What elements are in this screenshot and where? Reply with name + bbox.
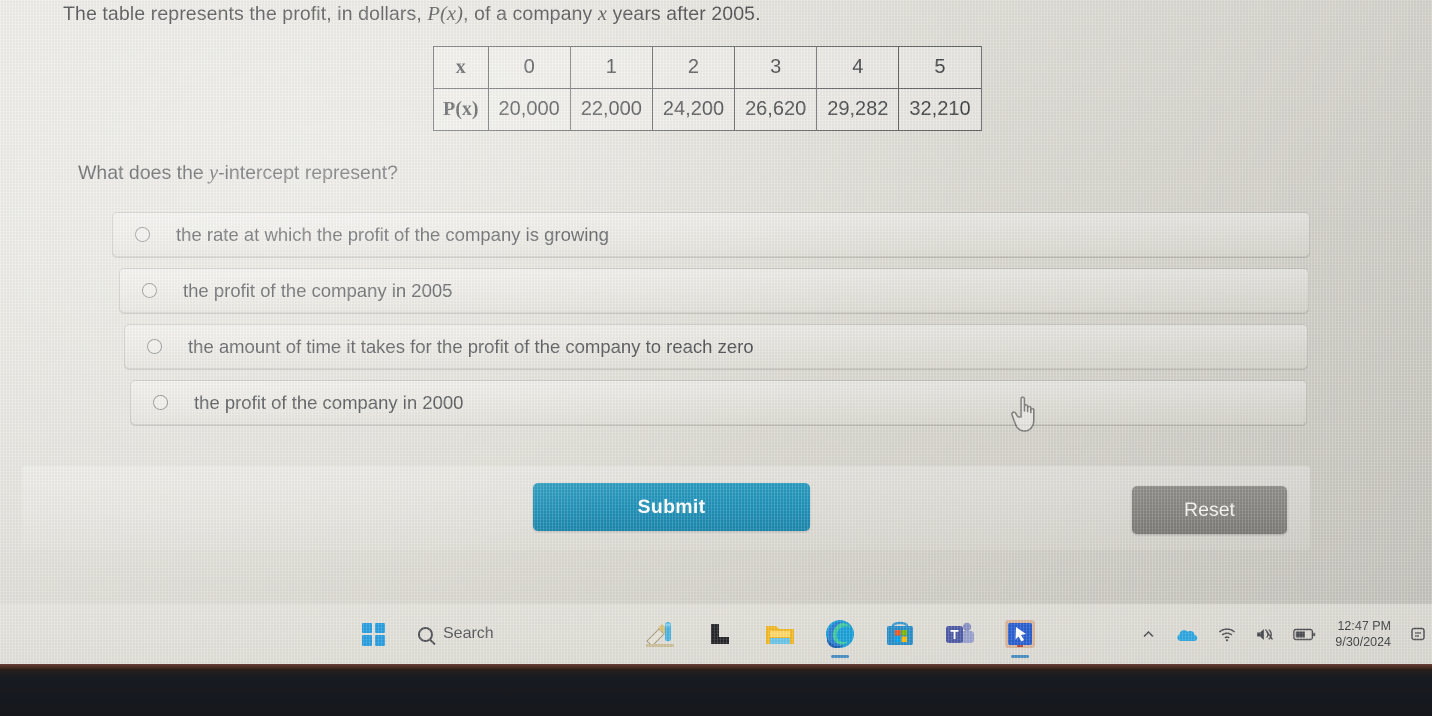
- radio-button-icon[interactable]: [153, 395, 168, 410]
- table-label-px: P(x): [433, 88, 489, 131]
- laptop-bezel: [0, 664, 1432, 716]
- quiz-content: The table represents the profit, in doll…: [0, 0, 1432, 604]
- question-math-y: y: [209, 162, 219, 184]
- remote-desktop-icon[interactable]: [1003, 617, 1037, 658]
- radio-button-icon[interactable]: [135, 227, 150, 242]
- clock-date: 9/30/2024: [1335, 635, 1391, 649]
- table-cell-px-4: 29,282: [816, 88, 900, 131]
- prompt-math-x: x: [597, 3, 608, 25]
- prompt-part-2: , of a company: [463, 3, 598, 25]
- table-row-x: x 0 1 2 3 4 5: [433, 46, 982, 89]
- answer-options-list: the rate at which the profit of the comp…: [112, 212, 1312, 436]
- question-text: What does the y-intercept represent?: [78, 162, 398, 185]
- radio-button-icon[interactable]: [142, 283, 157, 298]
- table-row-px: P(x) 20,000 22,000 24,200 26,620 29,282 …: [433, 88, 982, 131]
- wifi-icon[interactable]: [1218, 627, 1236, 642]
- answer-option-2[interactable]: the profit of the company in 2005: [119, 268, 1309, 313]
- answer-option-3[interactable]: the amount of time it takes for the prof…: [124, 324, 1308, 369]
- answer-option-1[interactable]: the rate at which the profit of the comp…: [112, 212, 1310, 257]
- microsoft-edge-icon[interactable]: [823, 617, 857, 658]
- prompt-part-1: The table represents the profit, in doll…: [63, 3, 428, 25]
- prompt-text: The table represents the profit, in doll…: [63, 3, 761, 26]
- question-part-2: -intercept represent?: [218, 162, 398, 184]
- radio-button-icon[interactable]: [147, 339, 162, 354]
- search-icon: [418, 626, 433, 642]
- laptop-screen: The table represents the profit, in doll…: [0, 0, 1432, 664]
- paint-icon[interactable]: [643, 617, 677, 651]
- taskbar-center-group: Search: [362, 604, 1037, 664]
- microsoft-teams-icon[interactable]: [943, 617, 977, 651]
- clock-time: 12:47 PM: [1337, 619, 1391, 633]
- search-input[interactable]: Search: [418, 618, 623, 650]
- answer-option-label-2: the profit of the company in 2005: [183, 279, 453, 301]
- file-explorer-icon[interactable]: [763, 617, 797, 651]
- chevron-up-icon[interactable]: [1141, 627, 1156, 642]
- reset-button[interactable]: Reset: [1132, 486, 1287, 534]
- windows-logo-icon[interactable]: [362, 622, 385, 646]
- battery-icon[interactable]: [1293, 628, 1316, 641]
- table-cell-x-1: 1: [569, 46, 653, 89]
- answer-option-label-4: the profit of the company in 2000: [194, 391, 464, 413]
- dark-app-icon[interactable]: [703, 617, 737, 651]
- actions-panel: Submit Reset: [22, 466, 1310, 550]
- system-tray: 12:47 PM 9/30/2024: [1141, 604, 1426, 664]
- table-cell-px-3: 26,620: [734, 88, 818, 131]
- table-cell-x-0: 0: [487, 46, 571, 89]
- prompt-part-3: years after 2005.: [607, 3, 761, 25]
- submit-button[interactable]: Submit: [533, 483, 810, 531]
- question-part-1: What does the: [78, 162, 210, 184]
- microsoft-store-icon[interactable]: [883, 617, 917, 651]
- table-label-x: x: [433, 46, 489, 89]
- prompt-math-px: P(x): [427, 3, 464, 25]
- speaker-muted-icon[interactable]: [1255, 627, 1274, 642]
- table-cell-x-2: 2: [651, 46, 736, 89]
- table-cell-px-0: 20,000: [487, 88, 571, 131]
- taskbar-clock[interactable]: 12:47 PM 9/30/2024: [1335, 618, 1391, 650]
- table-cell-x-4: 4: [816, 46, 900, 89]
- profit-data-table: x 0 1 2 3 4 5 P(x) 20,000 22,000 24,200 …: [433, 46, 982, 131]
- taskbar-app-icons: [643, 617, 1037, 658]
- cloud-icon[interactable]: [1175, 626, 1199, 643]
- windows-taskbar: Search 12:47 PM 9/30/2024: [0, 604, 1432, 664]
- table-cell-x-3: 3: [734, 46, 818, 89]
- answer-option-label-3: the amount of time it takes for the prof…: [188, 335, 754, 357]
- table-cell-px-1: 22,000: [569, 88, 653, 131]
- table-cell-x-5: 5: [898, 46, 982, 89]
- notification-icon[interactable]: [1410, 626, 1426, 642]
- table-cell-px-2: 24,200: [651, 88, 736, 131]
- search-placeholder: Search: [443, 625, 494, 642]
- answer-option-4[interactable]: the profit of the company in 2000: [130, 380, 1307, 425]
- answer-option-label-1: the rate at which the profit of the comp…: [176, 223, 609, 245]
- table-cell-px-5: 32,210: [898, 88, 982, 131]
